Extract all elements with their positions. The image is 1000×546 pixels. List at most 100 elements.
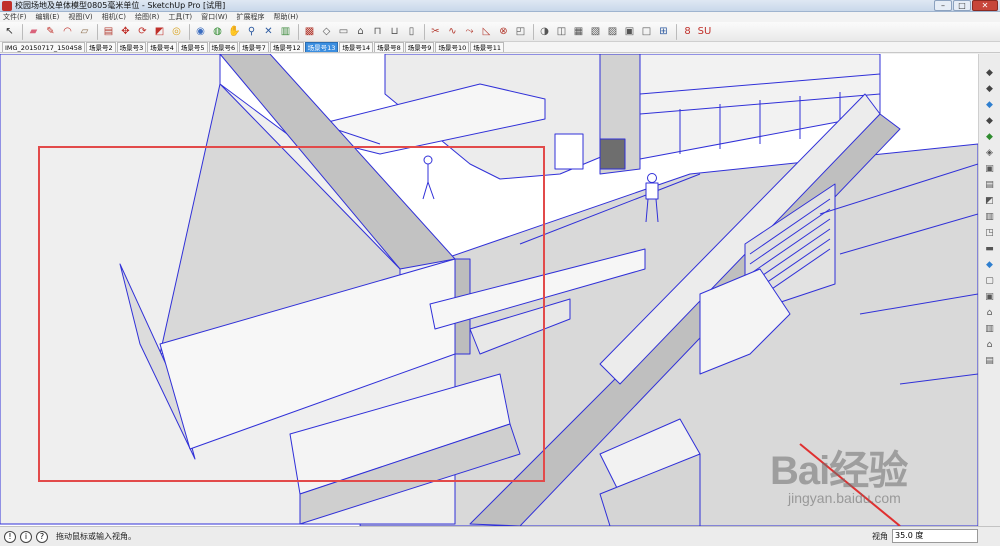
styles-icon[interactable]: ◳ [983, 226, 997, 239]
geo-location-icon[interactable]: ! [4, 530, 16, 543]
main-toolbar: ↖ ▰ ✎ ◠ ▱ ▤ ✥ ⟳ ◩ ◎ ◉ ◍ ✋ ⚲ ✕ ▥ ▩ ◇ ▭ ⌂ ⊓ ⊔ ▯ ✂ ∿ ⤳ ◺ ⊗ ◰ ◑ ◫ ▦ ▧ ▨ ▣ □ ⊞ 8 SU [0, 22, 1000, 42]
zoom-tool-icon[interactable]: ⚲ [244, 24, 259, 39]
scene-tab[interactable]: 场景号6 [208, 42, 239, 52]
eraser-tool-icon[interactable]: ▰ [26, 24, 41, 39]
menu-draw[interactable]: 绘图(R) [135, 12, 159, 22]
orbit-tool-icon[interactable]: ◍ [210, 24, 225, 39]
menu-file[interactable]: 文件(F) [3, 12, 27, 22]
scene-tab[interactable]: 场景号2 [85, 42, 116, 52]
sandbox-smoove-icon[interactable]: ◆ [983, 66, 997, 79]
menu-window[interactable]: 窗口(W) [201, 12, 227, 22]
measurements-box[interactable]: 35.0 度 [892, 529, 978, 543]
solid-tools-icon[interactable]: ◰ [513, 24, 528, 39]
menu-bar: 文件(F) 编辑(E) 视图(V) 相机(C) 绘图(R) 工具(T) 窗口(W… [0, 12, 1000, 22]
style-shaded-icon[interactable]: ▨ [605, 24, 620, 39]
credits-icon[interactable]: i [20, 530, 32, 543]
scene-tab[interactable]: 场景号12 [269, 42, 304, 52]
scene-tab[interactable]: 场景号14 [339, 42, 374, 52]
select-tool-icon[interactable]: ↖ [2, 24, 17, 39]
help-icon[interactable]: ? [36, 530, 48, 543]
rotate-tool-icon[interactable]: ⟳ [135, 24, 150, 39]
scene-tab[interactable]: IMG_20150717_150458 [2, 42, 85, 52]
intersect-icon[interactable]: ⊗ [496, 24, 511, 39]
fog-icon[interactable]: ▬ [983, 242, 997, 255]
toolbar-separator [97, 23, 98, 40]
cube-icon[interactable]: ▣ [983, 290, 997, 303]
view-top-icon[interactable]: ▭ [336, 24, 351, 39]
curve-tool-icon[interactable]: ∿ [445, 24, 460, 39]
style-texture-icon[interactable]: ▣ [622, 24, 637, 39]
rectangle-tool-icon[interactable]: ▱ [77, 24, 92, 39]
title-bar: 校园场地及单体模型0805毫米单位 - SketchUp Pro [试用] – … [0, 0, 1000, 12]
menu-extensions[interactable]: 扩展程序 [236, 12, 264, 22]
pan-tool-icon[interactable]: ✋ [227, 24, 242, 39]
paint-bucket-icon[interactable]: ◉ [193, 24, 208, 39]
pencil-tool-icon[interactable]: ✎ [43, 24, 58, 39]
sandbox-flip-icon[interactable]: ◆ [983, 130, 997, 143]
style-xray-icon[interactable]: ◫ [554, 24, 569, 39]
warehouse-side-icon[interactable]: ▤ [983, 354, 997, 367]
plugin-red-icon[interactable]: 8 [680, 24, 695, 39]
house-icon[interactable]: ⌂ [983, 306, 997, 319]
person-figure-1 [422, 155, 435, 200]
model-viewport[interactable] [0, 54, 978, 526]
tape-measure-icon[interactable]: ◎ [169, 24, 184, 39]
sandbox-stamp-icon[interactable]: ◆ [983, 82, 997, 95]
style-hidden-icon[interactable]: ▧ [588, 24, 603, 39]
view-iso-icon[interactable]: ◇ [319, 24, 334, 39]
toolbar-separator [22, 23, 23, 40]
menu-tools[interactable]: 工具(T) [168, 12, 192, 22]
zoom-extents-icon[interactable]: ✕ [261, 24, 276, 39]
sandbox-drape-icon[interactable]: ◆ [983, 98, 997, 111]
component-icon[interactable]: ▥ [278, 24, 293, 39]
scene-tab[interactable]: 场景号10 [435, 42, 470, 52]
style-wire-icon[interactable]: ▦ [571, 24, 586, 39]
plugin-su-icon[interactable]: SU [697, 24, 712, 39]
scene-tab[interactable]: 场景号5 [177, 42, 208, 52]
toolbar-separator [676, 23, 677, 40]
menu-edit[interactable]: 编辑(E) [36, 12, 60, 22]
terrain-icon[interactable]: ◆ [983, 258, 997, 271]
view-back-icon[interactable]: ⊔ [387, 24, 402, 39]
menu-camera[interactable]: 相机(C) [102, 12, 126, 22]
view-left-icon[interactable]: ▯ [404, 24, 419, 39]
minimize-button[interactable]: – [934, 0, 952, 11]
components-icon[interactable]: ◩ [983, 194, 997, 207]
vcb-label: 视角 [872, 532, 888, 541]
section-plane-icon[interactable]: ✂ [428, 24, 443, 39]
view-front-icon[interactable]: ⌂ [353, 24, 368, 39]
scene-tab[interactable]: 场景号8 [374, 42, 404, 52]
scene-tab[interactable]: 场景号7 [239, 42, 269, 52]
layer-icon[interactable]: ◈ [983, 146, 997, 159]
move-tool-icon[interactable]: ✥ [118, 24, 133, 39]
menu-view[interactable]: 视图(V) [68, 12, 92, 22]
follow-me-icon[interactable]: ⤳ [462, 24, 477, 39]
scene-tab-bar: IMG_20150717_150458 场景号2 场景号3 场景号4 场景号5 场景号6 场… [0, 42, 1000, 53]
menu-help[interactable]: 帮助(H) [273, 12, 298, 22]
sandbox-detail-icon[interactable]: ◆ [983, 114, 997, 127]
box-icon[interactable]: ▢ [983, 274, 997, 287]
materials-icon[interactable]: ▣ [983, 162, 997, 175]
scale-tool-icon[interactable]: ◩ [152, 24, 167, 39]
maximize-button[interactable]: □ [953, 0, 971, 11]
toolbar-separator [533, 23, 534, 40]
offset-tool-icon[interactable]: ◺ [479, 24, 494, 39]
arc-tool-icon[interactable]: ◠ [60, 24, 75, 39]
warehouse-icon[interactable]: ▩ [302, 24, 317, 39]
building-icon[interactable]: ▥ [983, 322, 997, 335]
style-mono-icon[interactable]: □ [639, 24, 654, 39]
close-button[interactable]: ✕ [972, 0, 998, 11]
scene-tab[interactable]: 场景号4 [147, 42, 177, 52]
scene-tab[interactable]: 场景号3 [116, 42, 147, 52]
shadow-icon[interactable]: ◑ [537, 24, 552, 39]
outliner-icon[interactable]: ▤ [983, 178, 997, 191]
toolbar-separator [424, 23, 425, 40]
shelter-icon[interactable]: ⌂ [983, 338, 997, 351]
scenes-icon[interactable]: ▥ [983, 210, 997, 223]
scene-tab[interactable]: 场景号11 [470, 42, 504, 52]
pushpull-tool-icon[interactable]: ▤ [101, 24, 116, 39]
measure-icon[interactable]: ⊞ [656, 24, 671, 39]
scene-tab[interactable]: 场景号13 [304, 42, 339, 52]
view-right-icon[interactable]: ⊓ [370, 24, 385, 39]
scene-tab[interactable]: 场景号9 [404, 42, 435, 52]
